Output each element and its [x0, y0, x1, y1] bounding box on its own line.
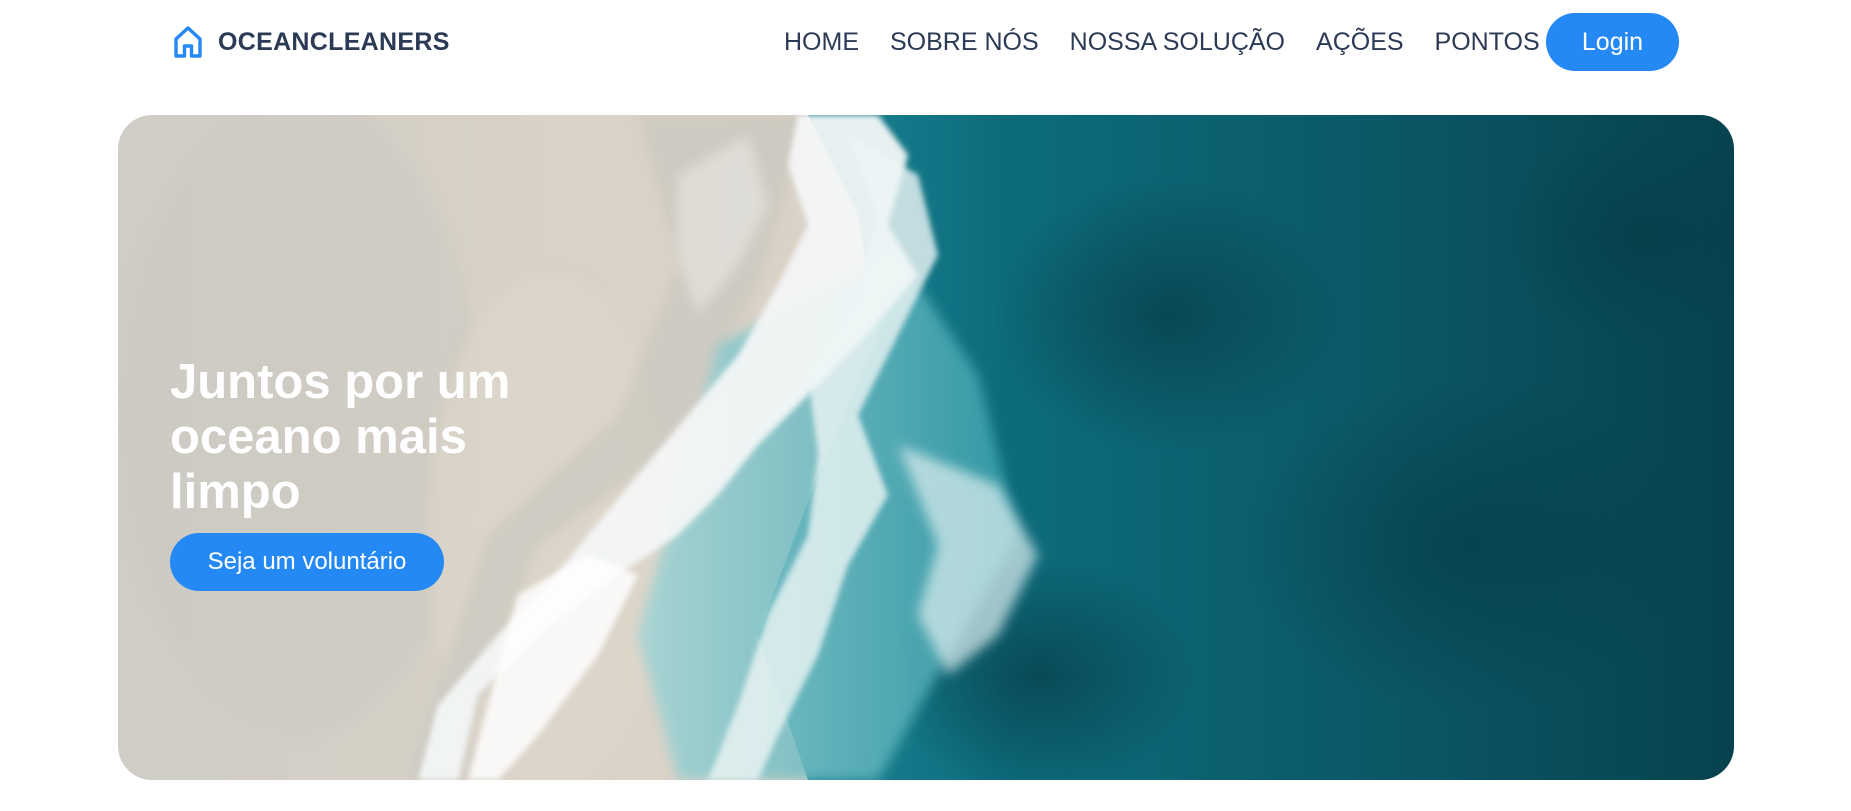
brand-logo-link[interactable]: OCEANCLEANERS [172, 24, 450, 60]
hero-banner: Juntos por um oceano mais limpo Seja um … [118, 115, 1734, 780]
login-button[interactable]: Login [1546, 13, 1679, 71]
brand-name: OCEANCLEANERS [218, 27, 450, 56]
nav-link-acoes[interactable]: AÇÕES [1316, 28, 1404, 57]
home-icon [172, 25, 204, 59]
nav-link-sobre-nos[interactable]: SOBRE NÓS [890, 28, 1039, 57]
navbar: OCEANCLEANERS HOME SOBRE NÓS NOSSA SOLUÇ… [0, 0, 1851, 84]
main-nav: HOME SOBRE NÓS NOSSA SOLUÇÃO AÇÕES PONTO… [784, 24, 1571, 60]
nav-link-nossa-solucao[interactable]: NOSSA SOLUÇÃO [1070, 28, 1285, 57]
nav-link-home[interactable]: HOME [784, 28, 859, 57]
nav-link-pontos[interactable]: PONTOS [1435, 28, 1540, 57]
volunteer-button[interactable]: Seja um voluntário [170, 533, 444, 591]
hero-title: Juntos por um oceano mais limpo [170, 355, 511, 519]
